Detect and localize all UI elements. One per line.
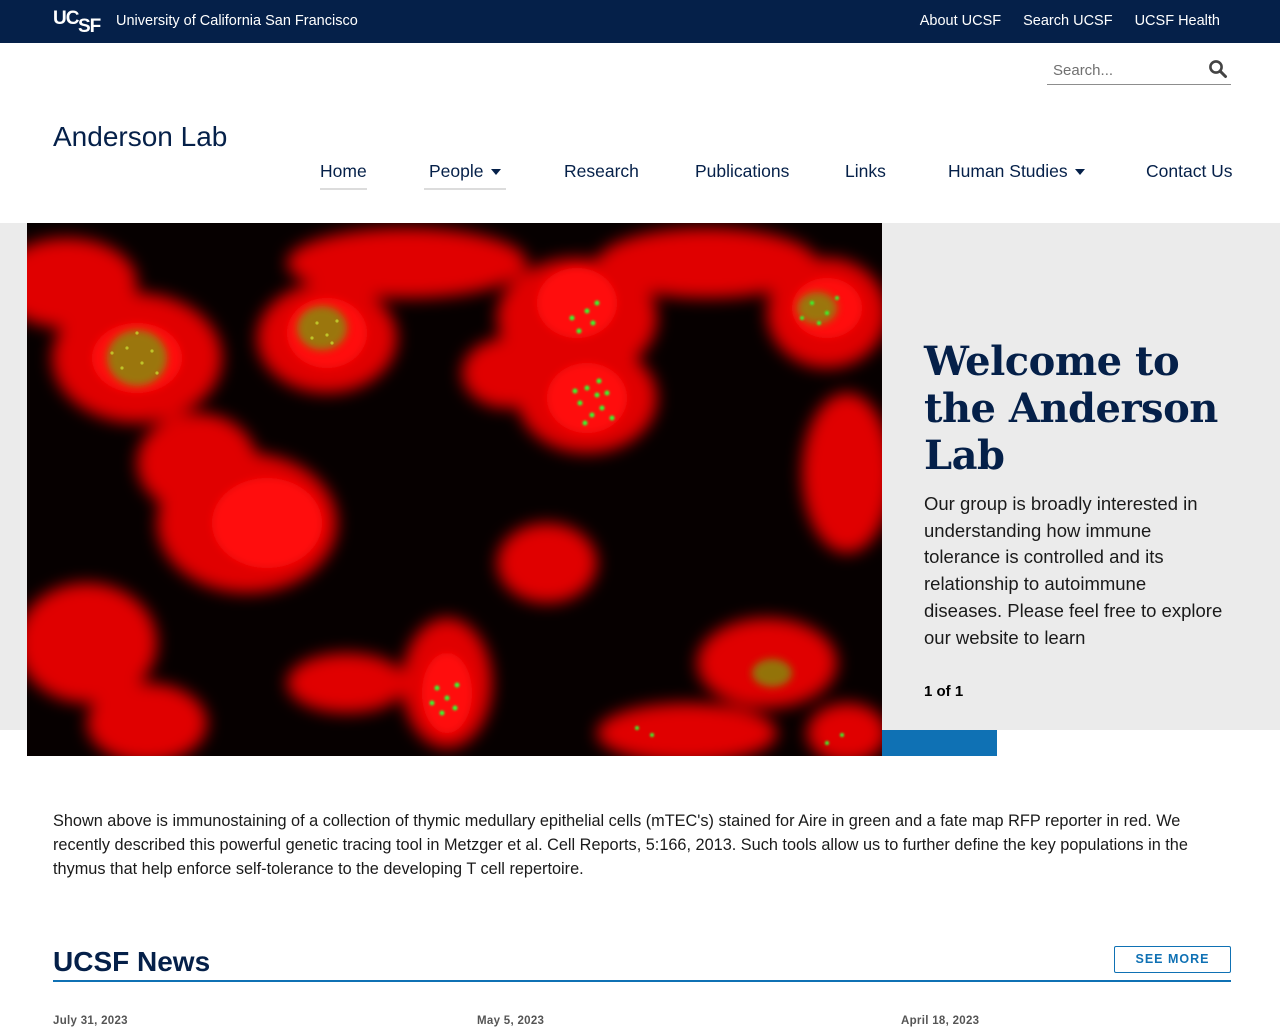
site-title[interactable]: Anderson Lab (53, 121, 227, 153)
see-more-button[interactable]: SEE MORE (1114, 946, 1231, 973)
news-date: July 31, 2023 (53, 1015, 128, 1027)
news-section-title: UCSF News (53, 946, 211, 977)
about-ucsf-link[interactable]: About UCSF (920, 13, 1001, 29)
nav-item-publications[interactable]: Publications (695, 161, 789, 190)
nav-item-home[interactable]: Home (320, 161, 367, 190)
hero-image (27, 223, 882, 756)
university-name-link[interactable]: University of California San Francisco (116, 13, 358, 29)
search-ucsf-link[interactable]: Search UCSF (1023, 13, 1112, 29)
search-input[interactable] (1053, 60, 1203, 80)
nav-item-contact-us[interactable]: Contact Us (1146, 161, 1233, 190)
nav-item-human-studies[interactable]: Human Studies (948, 161, 1085, 190)
nav-label: Human Studies (948, 161, 1068, 181)
microscopy-image (27, 223, 882, 756)
nav-label: Home (320, 161, 367, 181)
nav-item-links[interactable]: Links (845, 161, 886, 190)
nav-label: People (429, 161, 484, 181)
ucsf-logo[interactable]: UC SF (53, 8, 105, 37)
nav-label: Links (845, 161, 886, 181)
image-caption: Shown above is immunostaining of a colle… (53, 812, 1188, 878)
search-icon[interactable] (1208, 59, 1228, 79)
caret-down-icon (1074, 169, 1085, 175)
nav-label: Contact Us (1146, 161, 1233, 181)
caret-down-icon (490, 169, 501, 175)
news-divider (53, 980, 1231, 982)
nav-label: Publications (695, 161, 790, 181)
main-nav: Home People Research Publications Links … (320, 161, 1233, 191)
logo-text-sf: SF (78, 16, 101, 37)
ucsf-health-link[interactable]: UCSF Health (1135, 13, 1220, 29)
hero-text: Our group is broadly interested in under… (924, 493, 1223, 648)
news-date: April 18, 2023 (901, 1015, 980, 1027)
news-date: May 5, 2023 (477, 1015, 545, 1027)
site-search (1047, 56, 1231, 85)
slide-counter: 1 of 1 (924, 683, 964, 700)
hero-title: Welcome to the Anderson Lab (924, 338, 1218, 479)
nav-item-research[interactable]: Research (564, 161, 639, 190)
hero-accent-bar (882, 730, 997, 756)
nav-label: Research (564, 161, 639, 181)
utility-links: About UCSF Search UCSF UCSF Health (920, 13, 1220, 29)
top-bar: UC SF University of California San Franc… (0, 0, 1280, 43)
logo-text-uc: UC (53, 8, 79, 29)
nav-item-people[interactable]: People (424, 161, 506, 190)
